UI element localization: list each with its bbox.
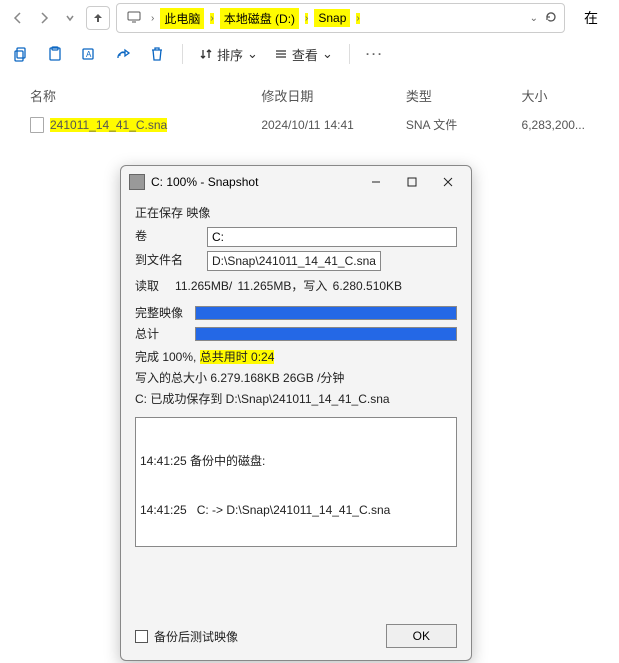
volume-input[interactable] [207, 227, 457, 247]
monitor-icon [123, 9, 145, 28]
refresh-icon[interactable] [544, 10, 558, 27]
sort-label: 排序 [217, 45, 243, 64]
copy-icon[interactable] [12, 45, 30, 63]
minimize-button[interactable] [361, 170, 391, 194]
saving-label: 正在保存 映像 [135, 204, 457, 221]
chevron-down-icon: ⌄ [247, 46, 258, 62]
share-icon[interactable] [114, 45, 132, 63]
log-line: 14:41:25 C: -> D:\Snap\241011_14_41_C.sn… [140, 502, 452, 518]
write-size-line: 写入的总大小 6.279.168KB 26GB /分钟 [135, 369, 457, 386]
file-name: 241011_14_41_C.sna [50, 118, 167, 132]
read-label: 读取 [135, 279, 159, 293]
dialog-title: C: 100% - Snapshot [151, 175, 355, 189]
elapsed-time: 总共用时 0:24 [200, 350, 275, 364]
sort-dropdown[interactable]: 排序 ⌄ [199, 45, 258, 64]
column-date[interactable]: 修改日期 [261, 86, 406, 105]
right-truncated-text: 在 [571, 8, 611, 28]
chevron-down-icon[interactable]: ⌄ [530, 13, 538, 24]
file-date: 2024/10/11 14:41 [261, 118, 406, 132]
forward-arrow-icon[interactable] [34, 8, 54, 28]
dest-input[interactable]: D:\Snap\241011_14_41_C.sna [207, 251, 381, 271]
paste-icon[interactable] [46, 45, 64, 63]
chevron-right-icon: › [356, 13, 359, 24]
column-type[interactable]: 类型 [406, 86, 522, 105]
test-after-backup-checkbox[interactable]: 备份后测试映像 [135, 628, 238, 645]
file-toolbar: A 排序 ⌄ 查看 ⌄ ··· [0, 36, 619, 72]
log-textarea[interactable]: 14:41:25 备份中的磁盘: 14:41:25 C: -> D:\Snap\… [135, 417, 457, 547]
column-name[interactable]: 名称 [30, 86, 261, 105]
ok-button[interactable]: OK [386, 624, 457, 648]
table-row[interactable]: 241011_14_41_C.sna 2024/10/11 14:41 SNA … [0, 110, 619, 139]
delete-icon[interactable] [148, 45, 166, 63]
chevron-down-icon: ⌄ [322, 46, 333, 62]
breadcrumb-pc[interactable]: 此电脑 [160, 8, 204, 29]
file-type: SNA 文件 [406, 116, 522, 133]
volume-label: 卷 [135, 227, 199, 247]
done-prefix: 完成 100%, [135, 350, 196, 364]
chevron-right-icon: › [210, 13, 213, 24]
dialog-titlebar[interactable]: C: 100% - Snapshot [121, 166, 471, 198]
log-line: 14:41:25 备份中的磁盘: [140, 453, 452, 469]
breadcrumb[interactable]: › 此电脑 › 本地磁盘 (D:) › Snap › ⌄ [116, 3, 565, 33]
view-dropdown[interactable]: 查看 ⌄ [274, 45, 333, 64]
file-list-header: 名称 修改日期 类型 大小 [0, 82, 619, 110]
read-value: 11.265MB/ 11.265MB，写入 6.280.510KB [175, 279, 402, 293]
chevron-right-icon: › [305, 13, 308, 24]
close-button[interactable] [433, 170, 463, 194]
rename-icon[interactable]: A [80, 45, 98, 63]
breadcrumb-drive[interactable]: 本地磁盘 (D:) [220, 8, 299, 29]
view-label: 查看 [292, 45, 318, 64]
full-image-label: 完整映像 [135, 304, 191, 321]
breadcrumb-folder[interactable]: Snap [314, 9, 350, 27]
file-icon [30, 117, 44, 133]
total-label: 总计 [135, 325, 191, 342]
app-icon [129, 174, 145, 190]
full-image-progress [195, 306, 457, 320]
chevron-right-icon: › [151, 13, 154, 24]
success-line: C: 已成功保存到 D:\Snap\241011_14_41_C.sna [135, 390, 457, 407]
up-button[interactable] [86, 6, 110, 30]
more-button[interactable]: ··· [366, 47, 384, 61]
svg-text:A: A [86, 50, 92, 59]
checkbox-label: 备份后测试映像 [154, 628, 238, 645]
snapshot-dialog: C: 100% - Snapshot 正在保存 映像 卷 到文件名 D:\Sna… [120, 165, 472, 661]
checkbox-icon [135, 630, 148, 643]
dest-label: 到文件名 [135, 251, 199, 271]
total-progress [195, 327, 457, 341]
maximize-button[interactable] [397, 170, 427, 194]
recent-dropdown-icon[interactable] [60, 8, 80, 28]
file-size: 6,283,200... [522, 118, 589, 132]
back-arrow-icon[interactable] [8, 8, 28, 28]
column-size[interactable]: 大小 [522, 86, 589, 105]
